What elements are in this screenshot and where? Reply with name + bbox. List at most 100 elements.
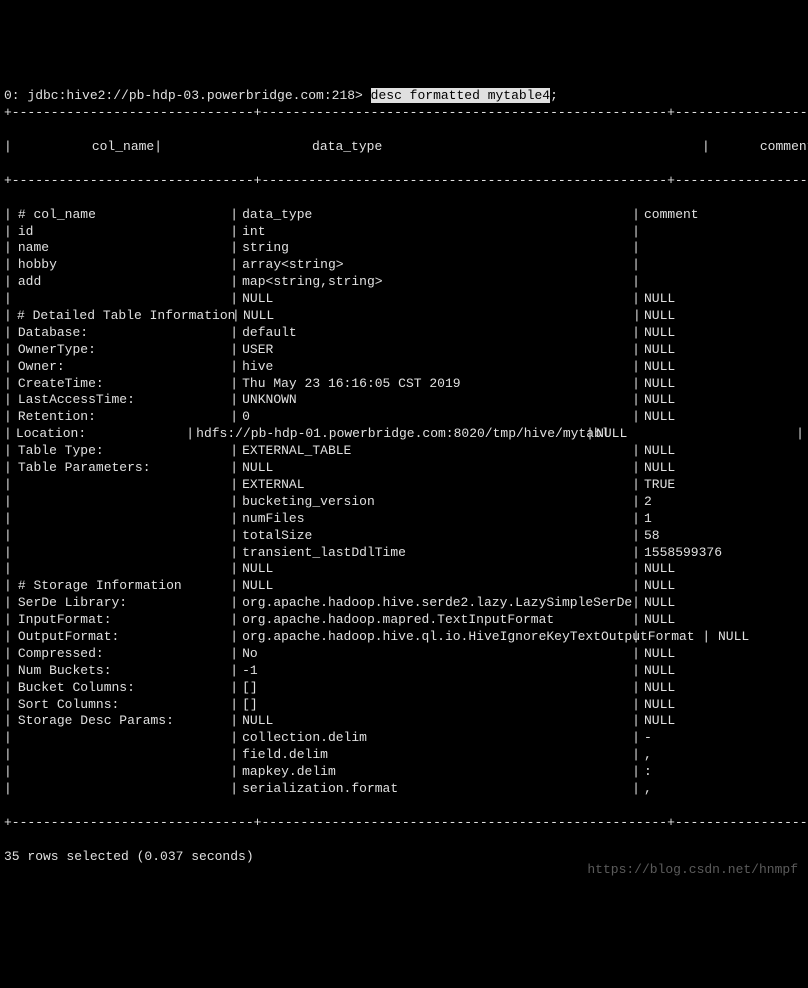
cell-data-type: [] — [240, 680, 632, 697]
cell-data-type: numFiles — [240, 511, 632, 528]
cell-data-type: No — [240, 646, 632, 663]
cell-comment: NULL — [642, 561, 804, 578]
cell-comment: NULL — [642, 409, 804, 426]
cell-data-type: 0 — [240, 409, 632, 426]
cell-data-type: hive — [240, 359, 632, 376]
cell-comment: 2 — [642, 494, 804, 511]
cell-col-name: Storage Desc Params: — [14, 713, 230, 730]
cell-col-name: Table Parameters: — [14, 460, 230, 477]
table-separator-bot: +-------------------------------+-------… — [4, 815, 804, 832]
cell-col-name: Database: — [14, 325, 230, 342]
terminal-output: 0: jdbc:hive2://pb-hdp-03.powerbridge.co… — [4, 72, 804, 900]
cell-data-type: array<string> — [240, 257, 632, 274]
table-separator-mid: +-------------------------------+-------… — [4, 173, 804, 190]
cell-data-type: bucketing_version — [240, 494, 632, 511]
cell-data-type: data_type — [240, 207, 632, 224]
cell-comment: NULL — [642, 663, 804, 680]
cell-data-type: org.apache.hadoop.hive.ql.io.HiveIgnoreK… — [240, 629, 632, 646]
table-row: |# Storage Information|NULL|NULL — [4, 578, 804, 595]
table-row: |Table Parameters:|NULL|NULL — [4, 460, 804, 477]
cell-comment: comment — [642, 207, 804, 224]
table-row: |add|map<string,string>| — [4, 274, 804, 291]
cell-comment: NULL — [594, 426, 756, 443]
cell-data-type: EXTERNAL_TABLE — [240, 443, 632, 460]
cell-comment — [642, 629, 804, 646]
cell-comment: NULL — [642, 612, 804, 629]
table-row: |Num Buckets:|-1|NULL — [4, 663, 804, 680]
cell-col-name: LastAccessTime: — [14, 392, 230, 409]
table-row: |Location:|hdfs://pb-hdp-01.powerbridge.… — [4, 426, 804, 443]
cell-data-type: default — [240, 325, 632, 342]
cell-comment: 1558599376 — [642, 545, 804, 562]
table-row: ||totalSize|58 — [4, 528, 804, 545]
cell-comment — [642, 274, 804, 291]
watermark: https://blog.csdn.net/hnmpf — [587, 862, 798, 879]
table-header-row: |col_name|data_type|comment| — [4, 139, 804, 156]
cell-col-name: OutputFormat: — [14, 629, 230, 646]
cell-col-name — [14, 561, 230, 578]
table-row: ||bucketing_version|2 — [4, 494, 804, 511]
table-row: |id|int| — [4, 224, 804, 241]
table-row: |Compressed:|No|NULL — [4, 646, 804, 663]
cell-comment: NULL — [642, 595, 804, 612]
prompt-prefix: 0: jdbc:hive2://pb-hdp-03.powerbridge.co… — [4, 88, 371, 103]
cell-col-name: InputFormat: — [14, 612, 230, 629]
cell-data-type: EXTERNAL — [240, 477, 632, 494]
table-row: ||transient_lastDdlTime|1558599376 — [4, 545, 804, 562]
prompt-suffix: ; — [550, 88, 558, 103]
cell-col-name — [14, 545, 230, 562]
cell-col-name: hobby — [14, 257, 230, 274]
table-row: |Sort Columns:|[]|NULL — [4, 697, 804, 714]
cell-data-type: USER — [240, 342, 632, 359]
cell-data-type: [] — [240, 697, 632, 714]
table-row: |# Detailed Table Information|NULL|NULL — [4, 308, 804, 325]
cell-data-type: NULL — [240, 291, 632, 308]
prompt-line: 0: jdbc:hive2://pb-hdp-03.powerbridge.co… — [4, 88, 558, 103]
cell-comment: NULL — [642, 392, 804, 409]
table-row: ||serialization.format|, — [4, 781, 804, 798]
cell-col-name: OwnerType: — [14, 342, 230, 359]
cell-col-name — [14, 511, 230, 528]
cell-col-name: Num Buckets: — [14, 663, 230, 680]
table-row: ||numFiles|1 — [4, 511, 804, 528]
cell-comment: : — [642, 764, 804, 781]
header-comment: comment — [710, 139, 808, 156]
cell-comment: NULL — [642, 697, 804, 714]
cell-data-type: org.apache.hadoop.hive.serde2.lazy.LazyS… — [240, 595, 632, 612]
table-row: ||EXTERNAL|TRUE — [4, 477, 804, 494]
table-row: |OutputFormat:|org.apache.hadoop.hive.ql… — [4, 629, 804, 646]
cell-data-type: -1 — [240, 663, 632, 680]
table-row: ||mapkey.delim|: — [4, 764, 804, 781]
header-data-type: data_type — [162, 139, 702, 156]
table-row: |LastAccessTime:|UNKNOWN|NULL — [4, 392, 804, 409]
cell-col-name: SerDe Library: — [14, 595, 230, 612]
table-row: |Storage Desc Params:|NULL|NULL — [4, 713, 804, 730]
cell-col-name: Bucket Columns: — [14, 680, 230, 697]
table-row: |# col_name|data_type|comment — [4, 207, 804, 224]
cell-col-name — [14, 764, 230, 781]
cell-data-type: NULL — [240, 578, 632, 595]
sql-command: desc formatted mytable4 — [371, 88, 550, 103]
table-row: ||NULL|NULL — [4, 561, 804, 578]
cell-comment: NULL — [642, 578, 804, 595]
table-row: |Owner:|hive|NULL — [4, 359, 804, 376]
cell-data-type: UNKNOWN — [240, 392, 632, 409]
cell-comment: NULL — [642, 680, 804, 697]
cell-col-name: Owner: — [14, 359, 230, 376]
cell-data-type: string — [240, 240, 632, 257]
table-row: |SerDe Library:|org.apache.hadoop.hive.s… — [4, 595, 804, 612]
table-row: ||field.delim|, — [4, 747, 804, 764]
cell-col-name — [14, 291, 230, 308]
header-col-name: col_name — [12, 139, 154, 156]
cell-comment: NULL — [642, 376, 804, 393]
table-row: |hobby|array<string>| — [4, 257, 804, 274]
cell-data-type: org.apache.hadoop.mapred.TextInputFormat — [240, 612, 632, 629]
cell-data-type: mapkey.delim — [240, 764, 632, 781]
table-separator-top: +-------------------------------+-------… — [4, 105, 804, 122]
cell-comment: NULL — [642, 713, 804, 730]
cell-col-name: # Storage Information — [14, 578, 230, 595]
cell-data-type: map<string,string> — [240, 274, 632, 291]
cell-comment: NULL — [642, 325, 804, 342]
cell-comment: , — [642, 781, 804, 798]
table-row: |OwnerType:|USER|NULL — [4, 342, 804, 359]
